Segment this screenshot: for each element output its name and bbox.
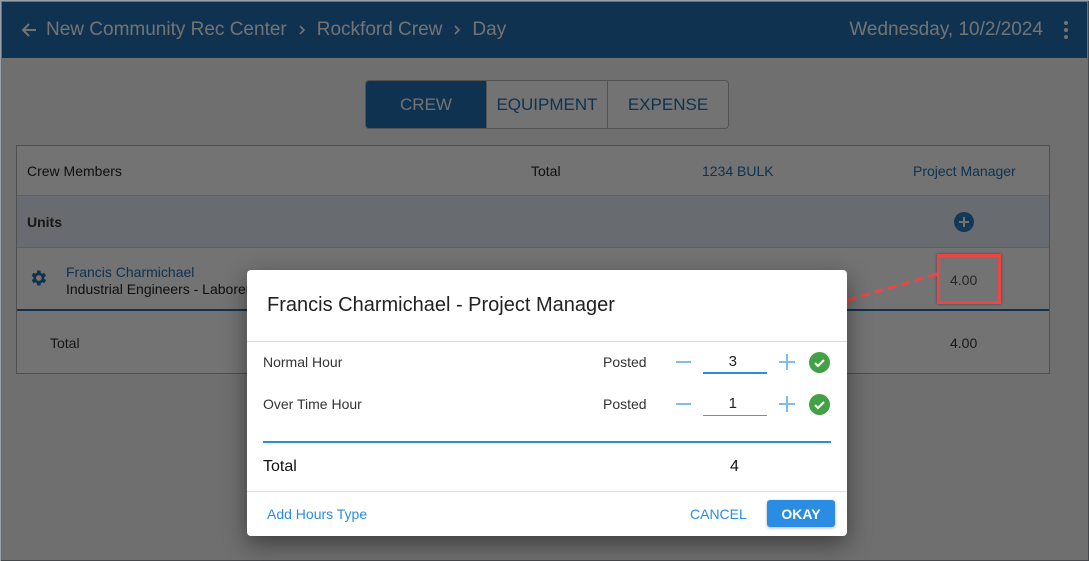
- increment-button[interactable]: [779, 354, 795, 370]
- hours-type-label: Normal Hour: [263, 354, 343, 370]
- okay-button[interactable]: OKAY: [767, 500, 835, 527]
- dialog-title: Francis Charmichael - Project Manager: [267, 294, 615, 316]
- normal-hour-input[interactable]: [703, 350, 767, 374]
- check-circle-icon: [809, 393, 830, 415]
- cancel-button[interactable]: CANCEL: [690, 506, 747, 522]
- annotation-arrow: [835, 272, 938, 305]
- annotation-highlight-box: [937, 254, 1001, 304]
- divider: [247, 341, 847, 342]
- overtime-hour-input[interactable]: [703, 392, 767, 416]
- decrement-button[interactable]: [675, 396, 691, 412]
- add-hours-type-link[interactable]: Add Hours Type: [267, 506, 367, 522]
- hours-status: Posted: [603, 396, 647, 412]
- divider: [247, 491, 847, 492]
- hours-row-normal: Normal Hour Posted: [263, 347, 831, 377]
- check-circle-icon: [809, 351, 830, 373]
- hours-dialog: Francis Charmichael - Project Manager No…: [247, 270, 847, 536]
- dialog-total-value: 4: [730, 458, 739, 475]
- increment-button[interactable]: [779, 396, 795, 412]
- hours-row-overtime: Over Time Hour Posted: [263, 389, 831, 419]
- minus-icon: [675, 403, 691, 405]
- decrement-button[interactable]: [675, 354, 691, 370]
- minus-icon: [675, 361, 691, 363]
- hours-status: Posted: [603, 354, 647, 370]
- dialog-total-label: Total: [263, 458, 297, 475]
- divider: [263, 441, 831, 443]
- app-window: New Community Rec Center Rockford Crew D…: [0, 0, 1089, 561]
- hours-type-label: Over Time Hour: [263, 396, 362, 412]
